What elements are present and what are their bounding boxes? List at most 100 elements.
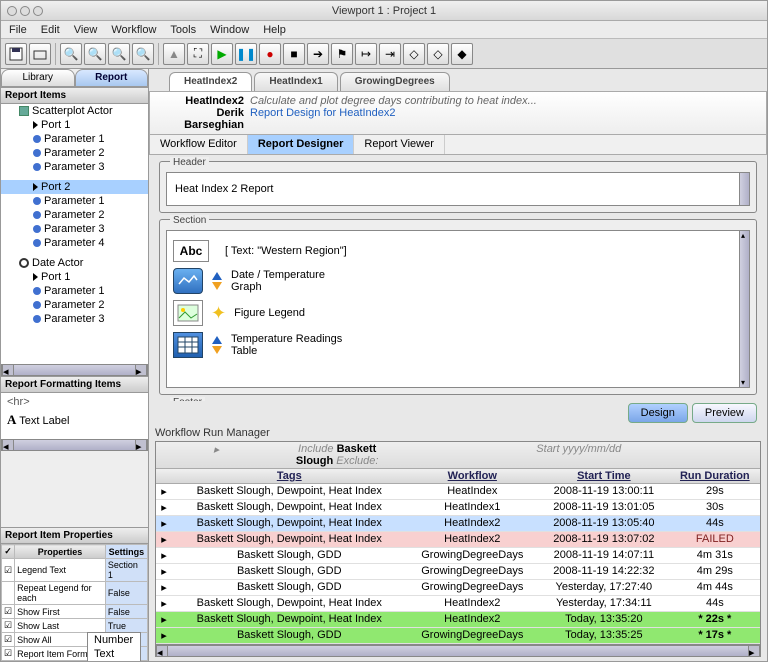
tree-par[interactable]: Parameter 3: [44, 161, 105, 173]
tree-par[interactable]: Parameter 1: [44, 133, 105, 145]
menu-tools[interactable]: Tools: [170, 24, 196, 36]
rtab-growingdegrees[interactable]: GrowingDegrees: [340, 72, 450, 91]
wrm-row[interactable]: ▸Baskett Slough, Dewpoint, Heat IndexHea…: [156, 516, 760, 532]
tab-report[interactable]: Report: [75, 69, 149, 87]
out2-icon[interactable]: ◇: [427, 43, 449, 65]
tree-par[interactable]: Parameter 1: [44, 195, 105, 207]
expand-icon[interactable]: ⛶: [187, 43, 209, 65]
move-up-icon[interactable]: [212, 272, 222, 280]
section-item-legend[interactable]: ✦ Figure Legend: [173, 297, 733, 329]
tree-scatter[interactable]: Scatterplot Actor: [32, 105, 113, 117]
pause-icon[interactable]: ❚❚: [235, 43, 257, 65]
col-tags[interactable]: Tags: [172, 469, 407, 483]
col-starttime[interactable]: Start Time: [538, 469, 670, 483]
menu-view[interactable]: View: [74, 24, 98, 36]
wrm-row[interactable]: ▸Baskett Slough, Dewpoint, Heat IndexHea…: [156, 532, 760, 548]
save-icon[interactable]: [5, 43, 27, 65]
out1-icon[interactable]: ◇: [403, 43, 425, 65]
tree-par[interactable]: Parameter 2: [44, 147, 105, 159]
dd-text[interactable]: Text: [88, 647, 140, 661]
filter-start[interactable]: Start yyyy/mm/dd: [536, 443, 621, 455]
wrm-row[interactable]: ▸Baskett Slough, Dewpoint, Heat IndexHea…: [156, 484, 760, 500]
open-icon[interactable]: [29, 43, 51, 65]
prop-value[interactable]: False: [105, 582, 147, 605]
tree-par[interactable]: Parameter 2: [44, 299, 105, 311]
tree-par[interactable]: Parameter 2: [44, 209, 105, 221]
tab-library[interactable]: Library: [1, 69, 75, 87]
record-icon[interactable]: ●: [259, 43, 281, 65]
prop-value[interactable]: False: [105, 605, 147, 619]
section-scrollbar[interactable]: [739, 231, 749, 387]
move-down-icon[interactable]: [212, 346, 222, 354]
wrm-row[interactable]: ▸Baskett Slough, GDDGrowingDegreeDays200…: [156, 548, 760, 564]
design-button[interactable]: Design: [628, 403, 688, 423]
zoom-reset-icon[interactable]: 🔍: [108, 43, 130, 65]
subtab-report-viewer[interactable]: Report Viewer: [354, 135, 445, 154]
tree-par[interactable]: Parameter 1: [44, 285, 105, 297]
wrm-row[interactable]: ▸Baskett Slough, GDDGrowingDegreeDaysTod…: [156, 628, 760, 644]
rtab-heatindex2[interactable]: HeatIndex2: [169, 72, 252, 91]
zoom-fit-icon[interactable]: 🔍: [84, 43, 106, 65]
diamond-icon[interactable]: ◆: [451, 43, 473, 65]
scrollbar-icon[interactable]: [739, 173, 749, 205]
menu-help[interactable]: Help: [263, 24, 286, 36]
menu-window[interactable]: Window: [210, 24, 249, 36]
format-dropdown[interactable]: Number Text Table: [87, 632, 141, 661]
zoom-traffic-light[interactable]: [33, 6, 43, 16]
header-textbox[interactable]: Heat Index 2 Report: [166, 172, 750, 206]
rtab-heatindex1[interactable]: HeatIndex1: [254, 72, 337, 91]
zoom-out-icon[interactable]: 🔍: [132, 43, 154, 65]
subtab-report-designer[interactable]: Report Designer: [248, 135, 355, 154]
tree-date[interactable]: Date Actor: [32, 257, 83, 269]
fmt-hr[interactable]: <hr>: [7, 396, 142, 408]
flag-icon[interactable]: ⚑: [331, 43, 353, 65]
col-workflow[interactable]: Workflow: [407, 469, 539, 483]
menubar: File Edit View Workflow Tools Window Hel…: [1, 21, 767, 39]
props-table[interactable]: ✓PropertiesSettings ☑Legend TextSection …: [1, 544, 148, 661]
prop-value[interactable]: Section 1: [105, 559, 147, 582]
wrm-row[interactable]: ▸Baskett Slough, Dewpoint, Heat IndexHea…: [156, 612, 760, 628]
tree-port2[interactable]: Port 2: [41, 181, 70, 193]
stop-icon[interactable]: ■: [283, 43, 305, 65]
tree-scrollbar[interactable]: ◂▸: [1, 364, 148, 376]
subtab-workflow-editor[interactable]: Workflow Editor: [150, 135, 248, 154]
wrm-expand-icon[interactable]: ▸: [156, 442, 277, 468]
menu-workflow[interactable]: Workflow: [111, 24, 156, 36]
preview-button[interactable]: Preview: [692, 403, 757, 423]
tree-par[interactable]: Parameter 3: [44, 223, 105, 235]
step-icon[interactable]: ↦: [355, 43, 377, 65]
wrm-row[interactable]: ▸Baskett Slough, Dewpoint, Heat IndexHea…: [156, 596, 760, 612]
menu-file[interactable]: File: [9, 24, 27, 36]
wrm-row[interactable]: ▸Baskett Slough, GDDGrowingDegreeDaysYes…: [156, 580, 760, 596]
col-duration[interactable]: Run Duration: [670, 469, 760, 483]
section-text-label: [ Text: "Western Region"]: [225, 245, 347, 257]
next-icon[interactable]: ➔: [307, 43, 329, 65]
wrm-row[interactable]: ▸Baskett Slough, GDDGrowingDegreeDays200…: [156, 564, 760, 580]
clock-icon: [19, 258, 29, 268]
close-traffic-light[interactable]: [7, 6, 17, 16]
wrm-row[interactable]: ▸Baskett Slough, Dewpoint, Heat IndexHea…: [156, 500, 760, 516]
tri-up-icon[interactable]: ▲: [163, 43, 185, 65]
move-up-icon[interactable]: [212, 336, 222, 344]
tree-port1b[interactable]: Port 1: [41, 271, 70, 283]
min-traffic-light[interactable]: [20, 6, 30, 16]
ff-icon[interactable]: ⇥: [379, 43, 401, 65]
report-items-tree[interactable]: Scatterplot Actor Port 1 Parameter 1 Par…: [1, 104, 148, 364]
hdr-link[interactable]: Report Design for HeatIndex2: [250, 107, 396, 131]
fmt-scrollbar[interactable]: ◂▸: [1, 439, 148, 451]
zoom-in-icon[interactable]: 🔍: [60, 43, 82, 65]
prop-value[interactable]: True: [105, 619, 147, 633]
fmt-textlabel[interactable]: Text Label: [19, 415, 69, 427]
dd-number[interactable]: Number: [88, 633, 140, 647]
move-down-icon[interactable]: [212, 282, 222, 290]
wrm-scrollbar[interactable]: ◂▸: [155, 645, 761, 657]
tree-par[interactable]: Parameter 3: [44, 313, 105, 325]
actor-icon: [19, 106, 29, 116]
tree-par[interactable]: Parameter 4: [44, 237, 105, 249]
play-icon[interactable]: ▶: [211, 43, 233, 65]
menu-edit[interactable]: Edit: [41, 24, 60, 36]
section-item-text[interactable]: Abc [ Text: "Western Region"]: [173, 237, 733, 265]
section-item-table[interactable]: Temperature ReadingsTable: [173, 329, 733, 361]
section-item-graph[interactable]: Date / TemperatureGraph: [173, 265, 733, 297]
tree-port1[interactable]: Port 1: [41, 119, 70, 131]
